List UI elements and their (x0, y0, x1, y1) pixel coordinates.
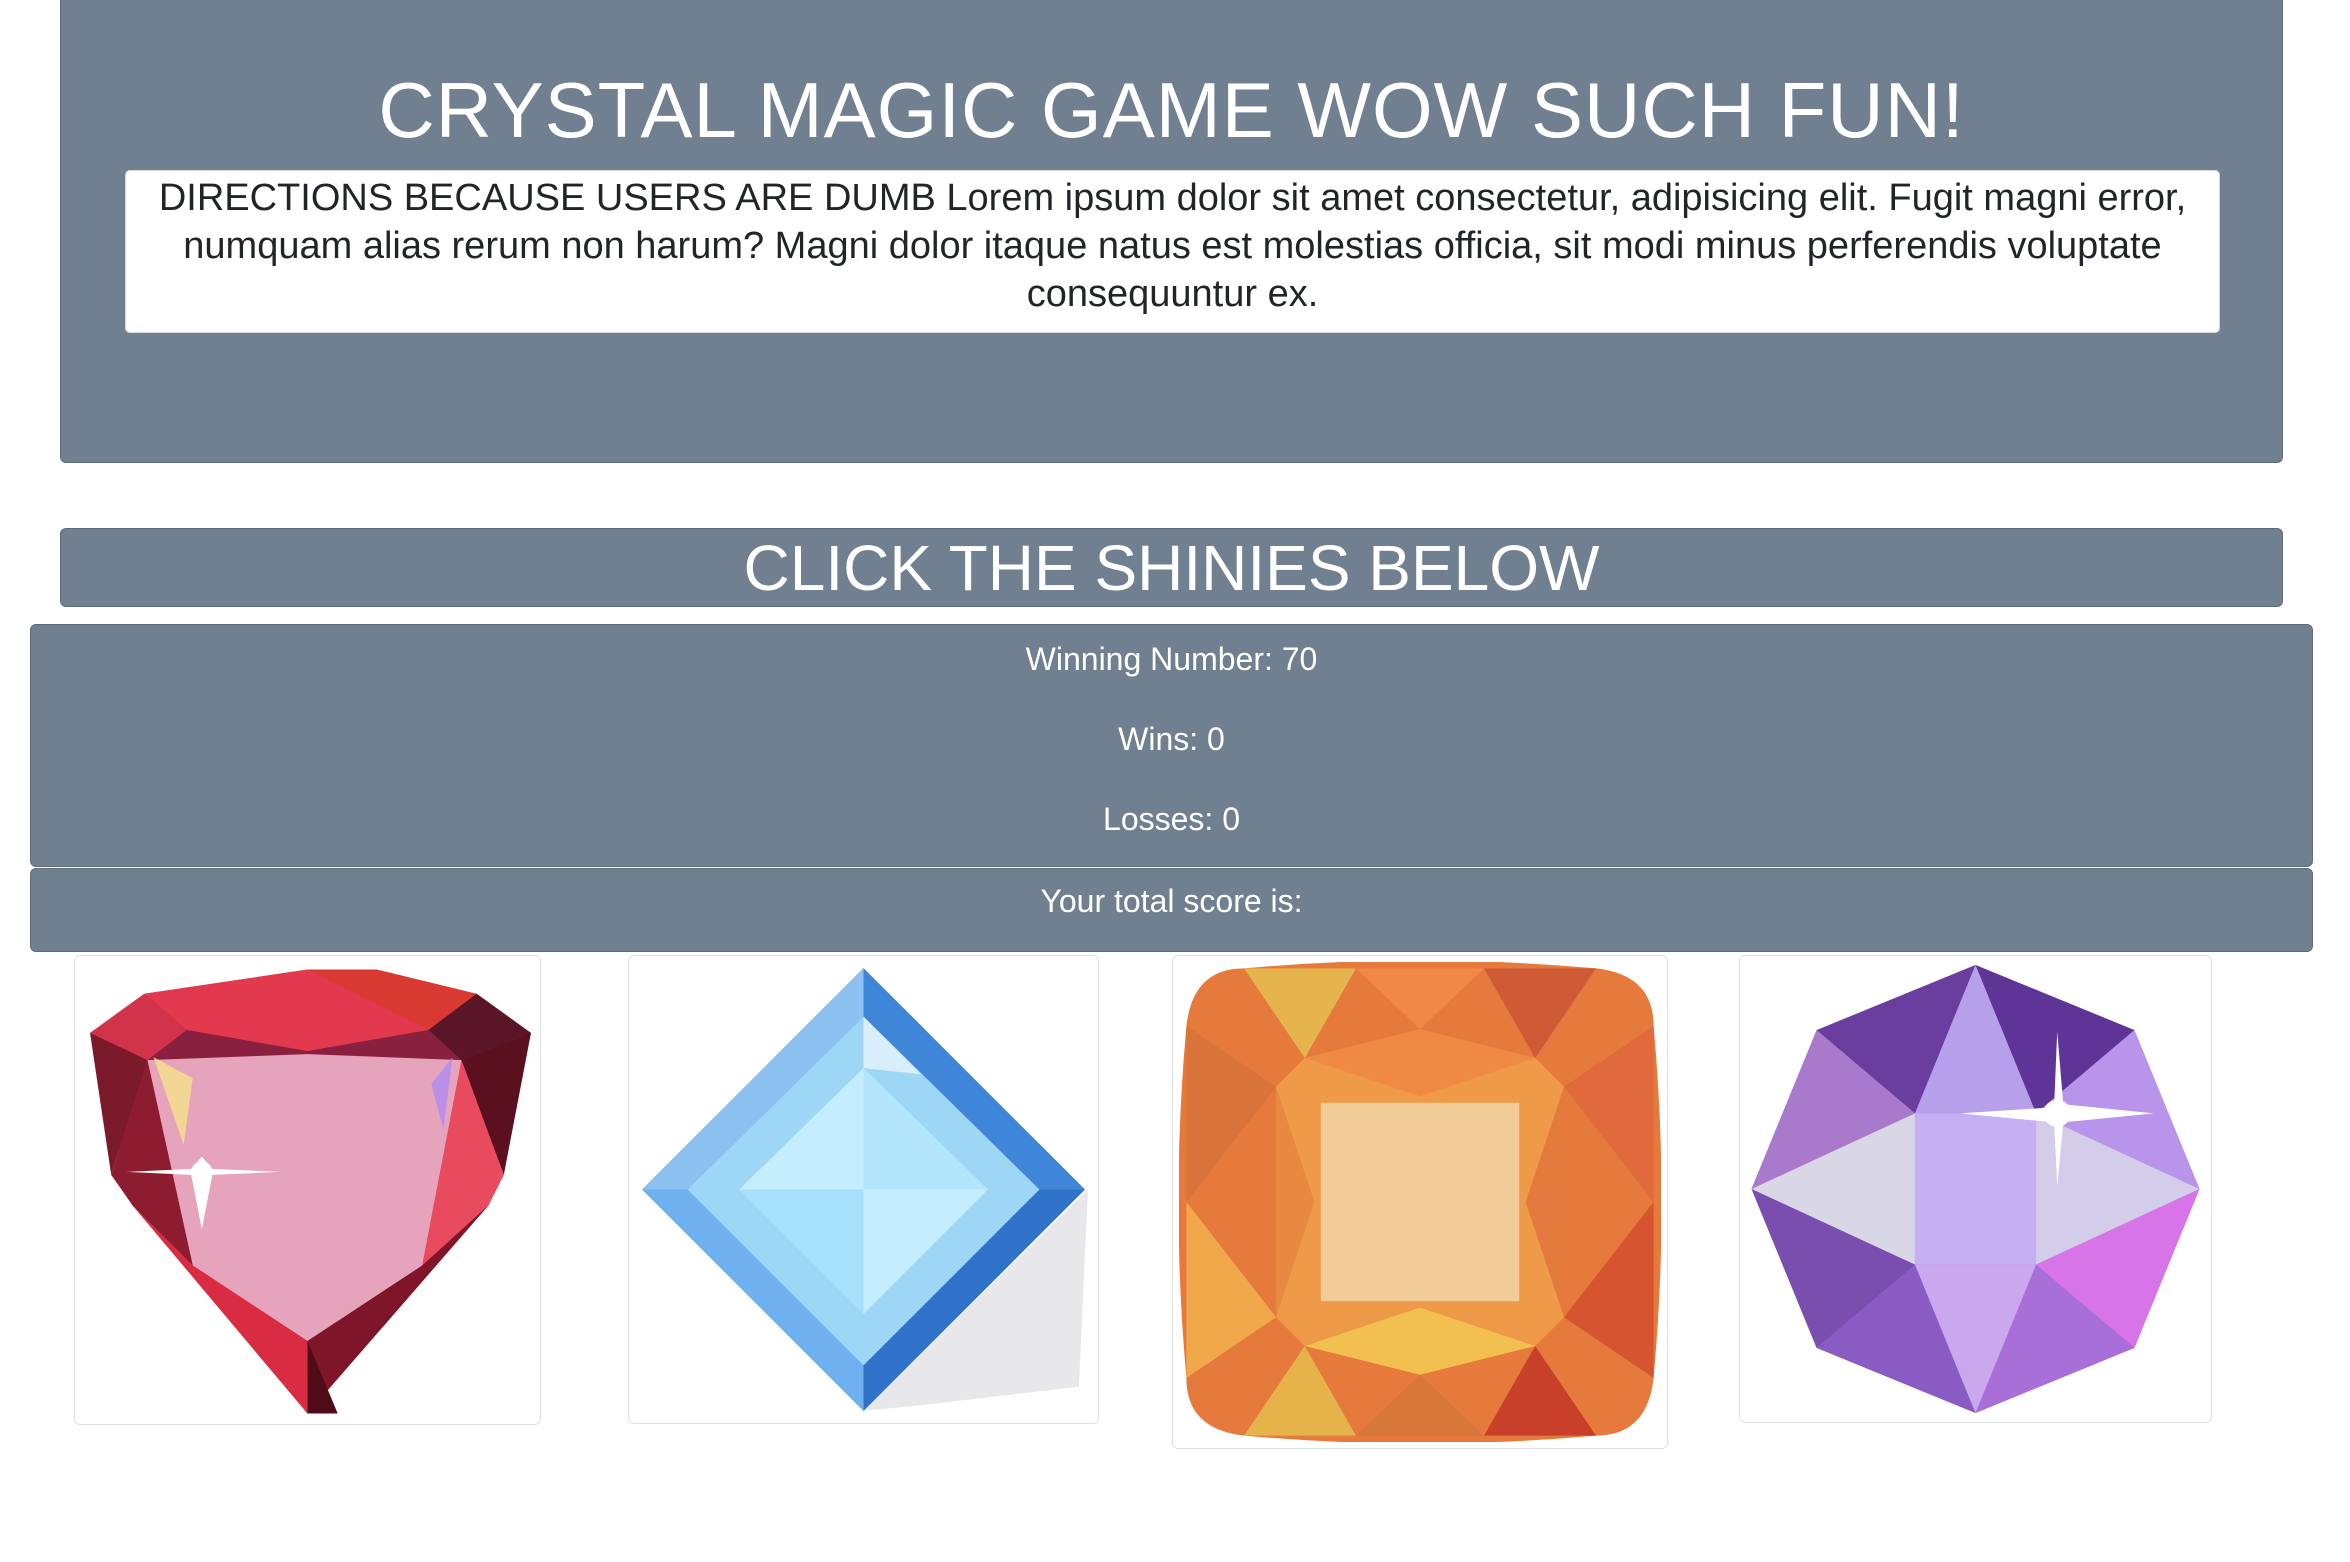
total-score: Your total score is: (1040, 883, 1303, 919)
orange-crystal-button[interactable] (1172, 955, 1668, 1449)
click-banner: CLICK THE SHINIES BELOW (60, 528, 2283, 607)
blue-crystal-button[interactable] (628, 955, 1099, 1424)
wins-counter: Wins: 0 (1118, 721, 1225, 757)
winning-number: Winning Number: 70 (1025, 641, 1318, 677)
click-instruction-heading: CLICK THE SHINIES BELOW (743, 532, 1600, 604)
orange-cushion-crystal-icon (1179, 962, 1661, 1442)
losses-counter: Losses: 0 (1103, 801, 1240, 837)
blue-square-crystal-icon (642, 968, 1088, 1411)
stats-panel: Winning Number: 70 Wins: 0 Losses: 0 (30, 624, 2313, 867)
directions-text: DIRECTIONS BECAUSE USERS ARE DUMB Lorem … (125, 170, 2220, 333)
red-trillion-crystal-icon (90, 969, 531, 1414)
header-jumbotron: CRYSTAL MAGIC GAME WOW SUCH FUN! DIRECTI… (60, 0, 2283, 463)
score-panel: Your total score is: (30, 868, 2313, 952)
purple-octagon-crystal-icon (1751, 965, 2200, 1413)
purple-crystal-button[interactable] (1739, 955, 2212, 1423)
page-title: CRYSTAL MAGIC GAME WOW SUCH FUN! (378, 66, 1965, 154)
red-crystal-button[interactable] (74, 955, 541, 1425)
